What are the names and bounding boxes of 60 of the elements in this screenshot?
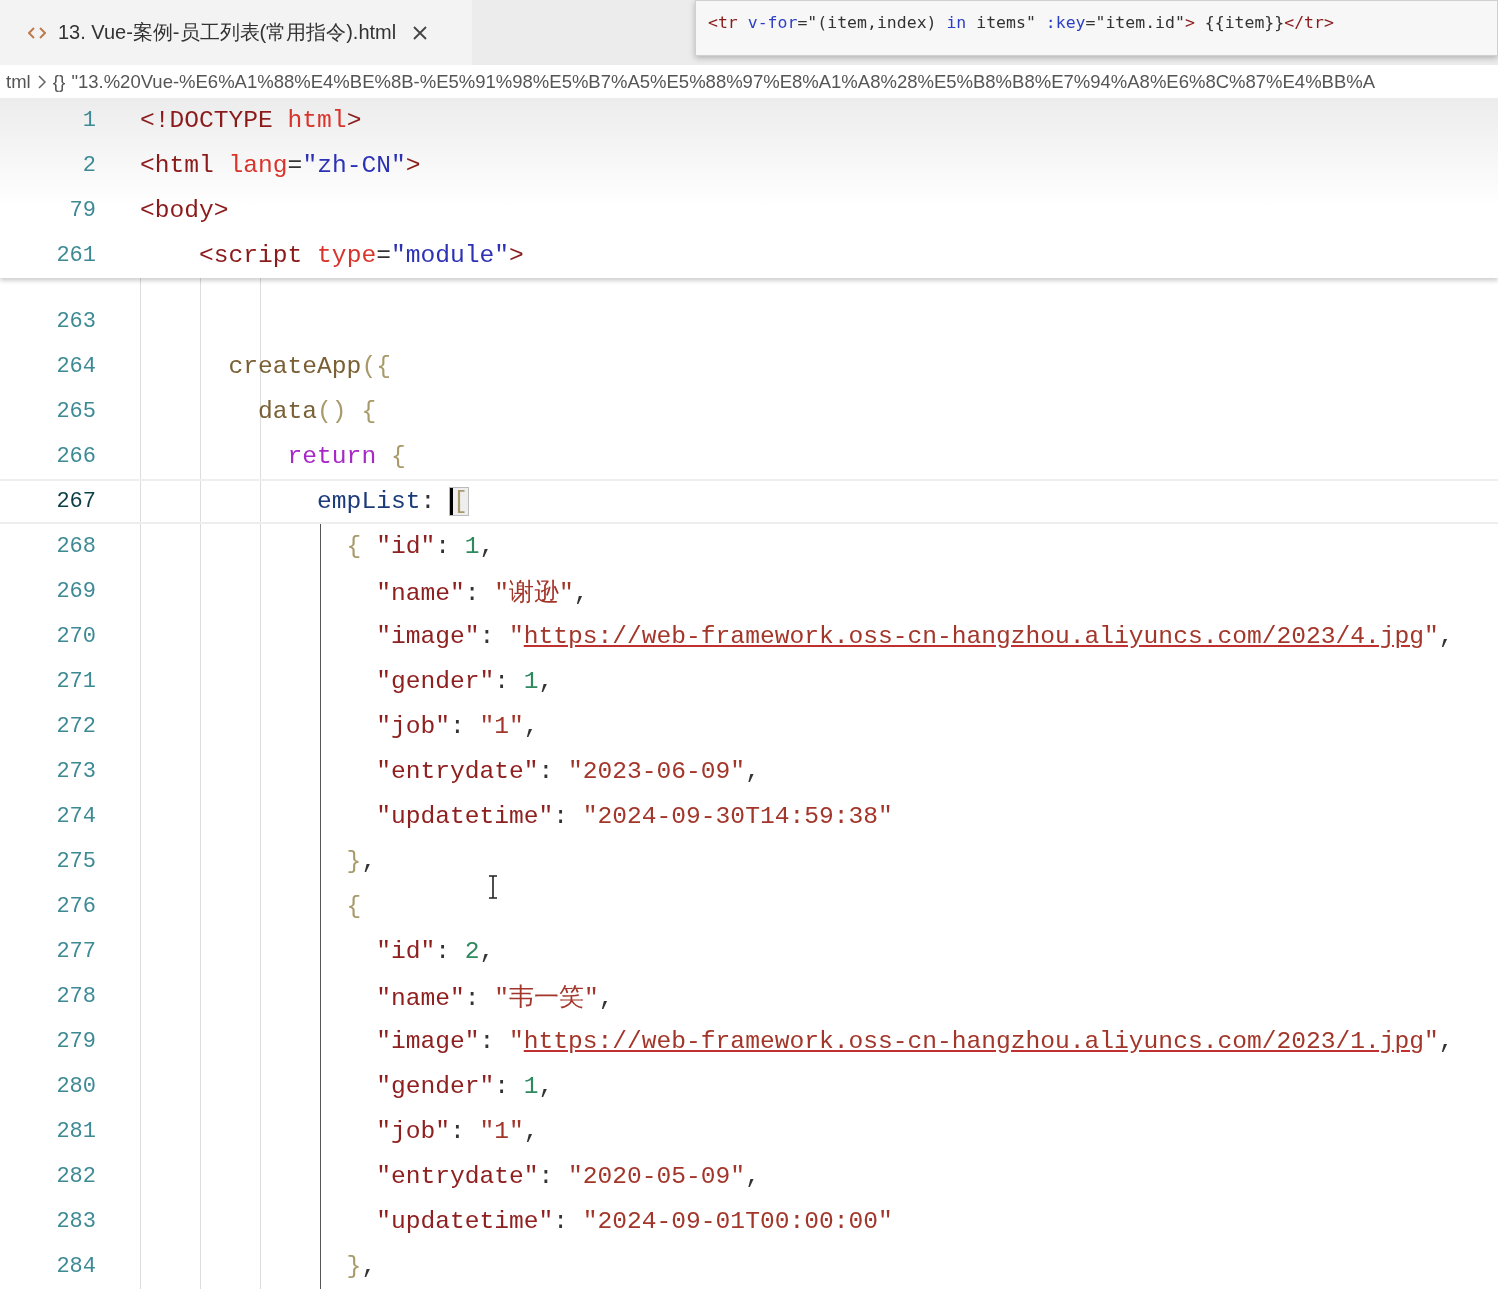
line-number: 273 [55, 759, 96, 784]
line-number: 263 [55, 309, 96, 334]
code-line: <!DOCTYPE html> [140, 107, 362, 134]
breadcrumb-item[interactable]: tml [6, 70, 31, 93]
code-line: "gender": 1, [375, 1073, 554, 1100]
code-line: data() { [257, 398, 377, 425]
code-line: { [345, 893, 362, 920]
code-line: "gender": 1, [375, 668, 554, 695]
hover-preview: <tr v-for="(item,index) in items" :key="item.id"> {{item}}</tr> [695, 0, 1498, 56]
line-number: 277 [55, 939, 96, 964]
code-file-icon [28, 26, 46, 39]
code-line: createApp({ [227, 353, 391, 380]
line-number: 265 [55, 399, 96, 424]
line-number: 266 [55, 444, 96, 469]
line-number: 282 [55, 1164, 96, 1189]
code-line: empList: [ [316, 488, 468, 515]
line-number: 283 [55, 1209, 96, 1234]
code-line: "updatetime": "2024-09-30T14:59:38" [375, 803, 893, 830]
chevron-icon [36, 74, 47, 89]
line-number: 275 [55, 849, 96, 874]
line-number: 281 [55, 1119, 96, 1144]
code-line: "image": "https://web-framework.oss-cn-hangzhou.aliyuncs.com/2023/4.jpg", [375, 623, 1454, 650]
text-cursor-icon [488, 875, 498, 899]
line-number: 284 [55, 1254, 96, 1279]
line-number: 276 [55, 894, 96, 919]
code-line: }, [345, 848, 377, 875]
code-line: "name": "韦一笑", [375, 983, 614, 1013]
line-number: 280 [55, 1074, 96, 1099]
line-number: 274 [55, 804, 96, 829]
line-number: 279 [55, 1029, 96, 1054]
code-line: <body> [140, 197, 229, 224]
code-line: "job": "1", [375, 1118, 539, 1145]
code-line: { "id": 1, [345, 533, 495, 560]
line-number: 2 [81, 153, 96, 178]
code-line: }, [345, 1253, 377, 1280]
code-line: "entrydate": "2020-05-09", [375, 1163, 760, 1190]
line-number: 261 [55, 243, 96, 268]
code-line: "entrydate": "2023-06-09", [375, 758, 760, 785]
editor-tab[interactable]: 13. Vue-案例-员工列表(常用指令).html [0, 0, 472, 65]
symbol-icon: {} [52, 70, 66, 93]
breadcrumb-item[interactable]: "13.%20Vue-%E6%A1%88%E4%BE%8B-%E5%91%98%E5%B7%A5%E5%88%97%E8%A1%A8%28%E5%B8%B8%E7%94%A8%E6%8C%87%E4%BB%A [71, 70, 1376, 93]
line-number: 264 [55, 354, 96, 379]
line-number: 79 [68, 198, 96, 223]
line-number: 268 [55, 534, 96, 559]
line-number: 267 [55, 489, 96, 514]
line-number: 278 [55, 984, 96, 1009]
code-line: return { [286, 443, 406, 470]
line-number: 269 [55, 579, 96, 604]
line-number: 1 [81, 108, 96, 133]
code-line: <script type="module"> [198, 242, 524, 269]
code-line: "updatetime": "2024-09-01T00:00:00" [375, 1208, 893, 1235]
close-icon[interactable] [412, 24, 429, 41]
code-line: "image": "https://web-framework.oss-cn-hangzhou.aliyuncs.com/2023/1.jpg", [375, 1028, 1454, 1055]
line-number: 270 [55, 624, 96, 649]
code-line: "job": "1", [375, 713, 539, 740]
line-number: 271 [55, 669, 96, 694]
line-number: 272 [55, 714, 96, 739]
code-line: "id": 2, [375, 938, 495, 965]
code-line: "name": "谢逊", [375, 578, 589, 608]
code-line: <html lang="zh-CN"> [140, 152, 421, 179]
